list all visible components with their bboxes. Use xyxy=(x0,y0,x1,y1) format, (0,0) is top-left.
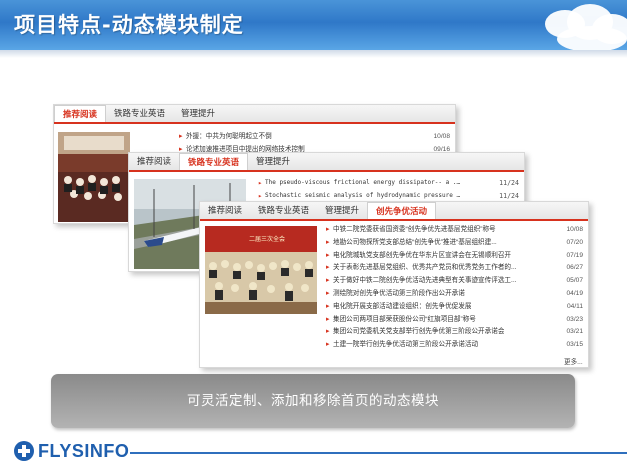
list-item[interactable]: ▸ 测绘院对创先争优活动第三阶段作出公开承诺 04/19 xyxy=(325,288,583,301)
tab-bar: 推荐阅读 铁路专业英语 管理提升 xyxy=(54,105,455,124)
tab-bar: 推荐阅读 铁路专业英语 管理提升 xyxy=(129,153,524,172)
cloud-decoration xyxy=(497,0,627,50)
campaign-news-list: ▸ 中铁二院党委获省国资委“创先争优先进基层党组织”称号 10/08 ▸ 地勘公司物探… xyxy=(325,224,583,352)
page-title: 项目特点-动态模块制定 xyxy=(14,13,244,37)
tab-recommended[interactable]: 推荐阅读 xyxy=(129,153,179,170)
feature-caption: 可灵活定制、添加和移除首页的动态模块 xyxy=(51,374,575,428)
list-item[interactable]: ▸ The pseudo-viscous frictional energy di… xyxy=(257,177,519,190)
tab-management[interactable]: 管理提升 xyxy=(248,153,298,170)
list-item[interactable]: ▸ 集团公司党委机关党支部举行创先争优第三阶段公开承诺会 03/21 xyxy=(325,326,583,339)
list-item[interactable]: ▸ 外援：中共为何聪明起立不倒 10/08 xyxy=(178,131,450,144)
list-item[interactable]: ▸ 关于表彰先进基层党组织、优秀共产党员和优秀党务工作者的... 06/27 xyxy=(325,262,583,275)
footer-divider xyxy=(130,452,627,454)
more-link[interactable]: 更多... xyxy=(564,356,583,366)
tab-recommended[interactable]: 推荐阅读 xyxy=(200,202,250,219)
tab-railway-english[interactable]: 铁路专业英语 xyxy=(250,202,317,219)
tab-bar: 推荐阅读 铁路专业英语 管理提升 创先争优活动 xyxy=(200,202,588,221)
logo-cross-icon xyxy=(14,441,34,461)
list-item[interactable]: ▸ 地勘公司物探所党支部总结“创先争优”推进“基层组织建... 07/20 xyxy=(325,237,583,250)
list-item[interactable]: ▸ 电化院城轨党支部创先争优在华东片区宣讲会在无锡顺利召开 07/19 xyxy=(325,250,583,263)
portal-module-excellence-campaign: 推荐阅读 铁路专业英语 管理提升 创先争优活动 二届三次全会 ▸ 中铁二院党委获… xyxy=(199,201,589,368)
logo-text: FLYSINFO xyxy=(38,440,130,461)
article-list: ▸ The pseudo-viscous frictional energy di… xyxy=(257,177,519,203)
list-item[interactable]: ▸ 电化院开展支部活动建设组织：创先争优促发展 04/11 xyxy=(325,301,583,314)
list-item[interactable]: ▸ 集团公司两项目部荣获股份公司“红旗项目部”称号 03/23 xyxy=(325,314,583,327)
flysinfo-logo: FLYSINFO xyxy=(14,440,129,462)
tab-excellence-campaign[interactable]: 创先争优活动 xyxy=(367,202,437,219)
conference-photo: 二届三次全会 xyxy=(205,226,317,314)
header-banner: 项目特点-动态模块制定 xyxy=(0,0,627,50)
meeting-photo xyxy=(58,132,130,222)
photo-banner-text: 二届三次全会 xyxy=(249,236,286,243)
list-item[interactable]: ▸ 中铁二院党委获省国资委“创先争优先进基层党组织”称号 10/08 xyxy=(325,224,583,237)
tab-railway-english[interactable]: 铁路专业英语 xyxy=(106,105,173,122)
tab-recommended[interactable]: 推荐阅读 xyxy=(54,105,107,122)
list-item[interactable]: ▸ 关于做好中铁二院创先争优活动先进典型有关事迹宣传评选工... 05/07 xyxy=(325,275,583,288)
banner-shadow xyxy=(0,50,627,58)
list-item[interactable]: ▸ 土建一院举行创先争优活动第三阶段公开承诺活动 03/15 xyxy=(325,339,583,352)
tab-management[interactable]: 管理提升 xyxy=(173,105,223,122)
tab-railway-english[interactable]: 铁路专业英语 xyxy=(179,153,249,170)
tab-management[interactable]: 管理提升 xyxy=(317,202,367,219)
